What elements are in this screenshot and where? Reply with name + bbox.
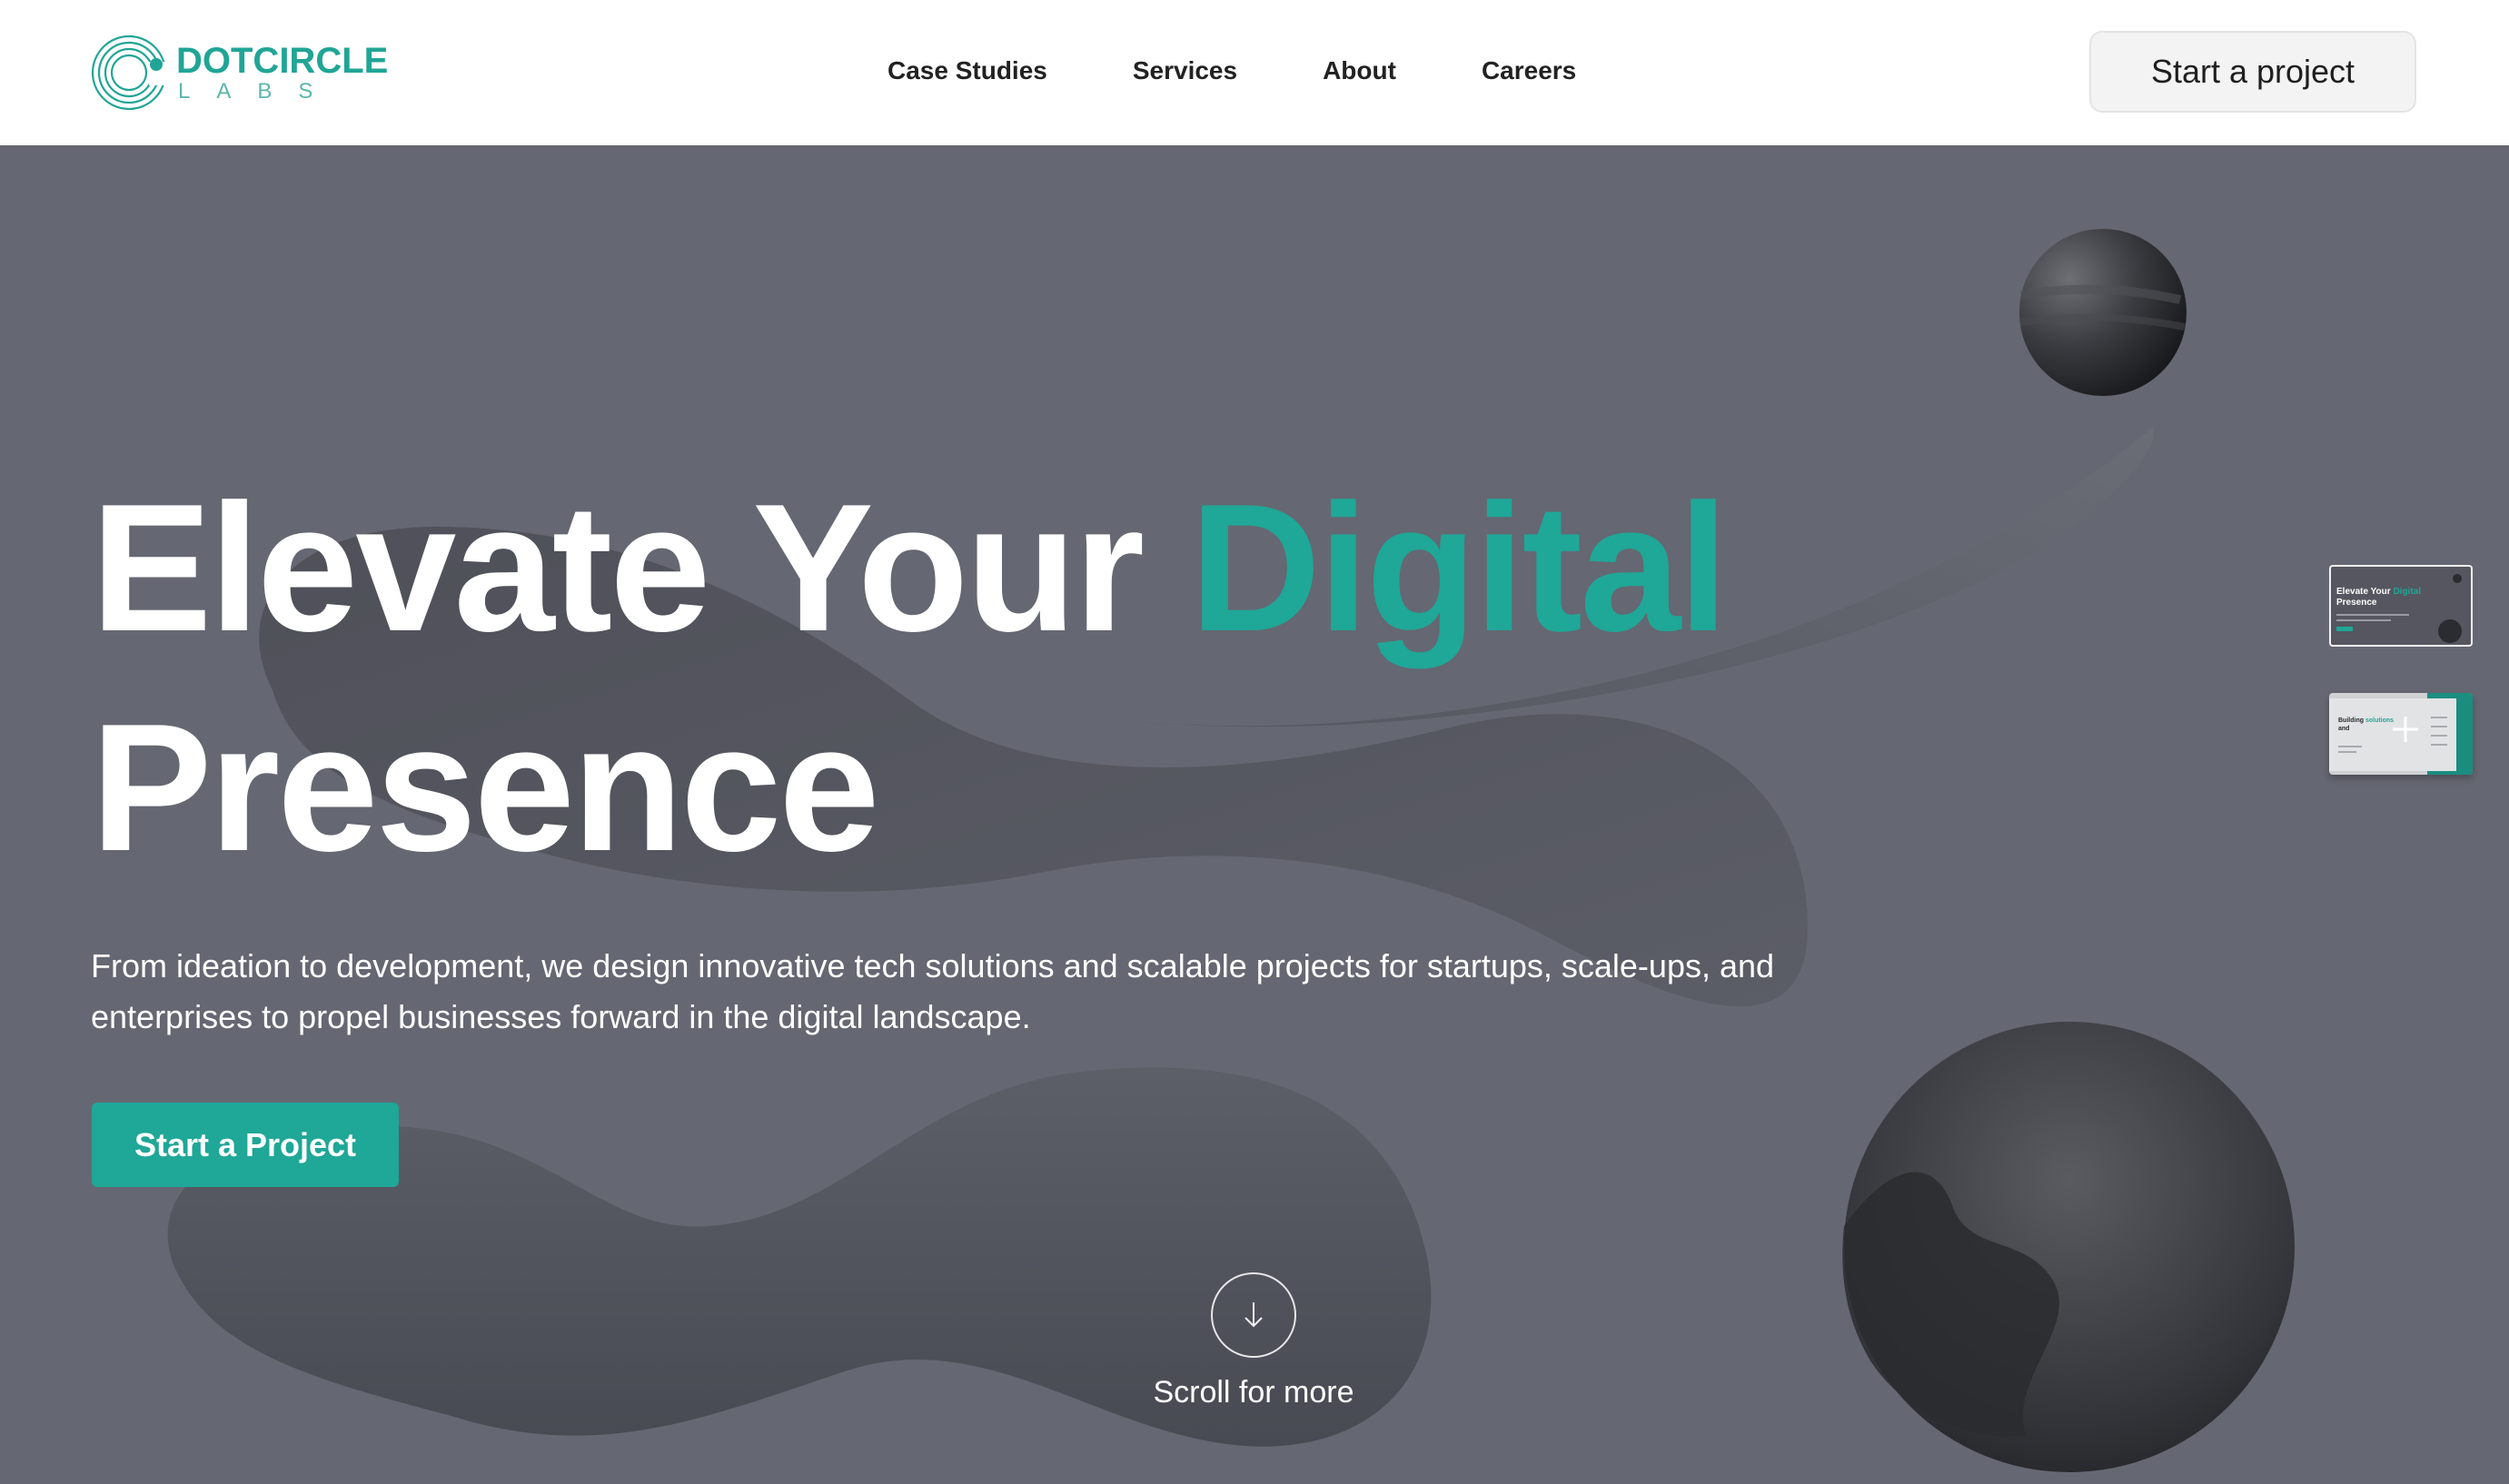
thumb2-text-line — [2431, 717, 2447, 718]
thumb2-text-line — [2431, 726, 2447, 727]
thumb2-title-part1: Building — [2338, 717, 2364, 724]
brand-subname: LABS — [178, 79, 340, 104]
thumb2-text-line — [2338, 751, 2356, 753]
thumb1-text-line — [2336, 619, 2391, 621]
slide-thumbnail-1[interactable]: Elevate Your Digital Presence — [2329, 565, 2473, 647]
arrow-down-icon — [1245, 1302, 1263, 1328]
nav-item-about[interactable]: About — [1323, 51, 1396, 91]
site-header: DOTCIRCLE LABS Case Studies Services Abo… — [0, 0, 2509, 145]
hero-title-part1: Elevate Your — [91, 467, 1190, 669]
thumb1-text-line — [2336, 614, 2409, 616]
thumb1-title-part2: Presence — [2336, 598, 2377, 608]
hero-description: From ideation to development, we design … — [91, 947, 1775, 1035]
scroll-down-button[interactable] — [1211, 1272, 1296, 1358]
hero-title-part2: Presence — [91, 687, 880, 889]
nav-item-case-studies[interactable]: Case Studies — [888, 51, 1047, 91]
slide-thumbnail-2[interactable]: Building solutions and — [2329, 693, 2473, 775]
hero-title: Elevate Your Digital Presence — [91, 459, 1729, 898]
hero-section: Elevate Your Digital Presence From ideat… — [0, 145, 2509, 1484]
thumb2-text-line — [2431, 744, 2447, 746]
thumb1-title-part1: Elevate Your — [2336, 587, 2391, 597]
thumb-sphere-large — [2438, 619, 2462, 643]
dotcircle-logo-icon — [91, 35, 167, 111]
start-project-hero-button[interactable]: Start a Project — [92, 1103, 399, 1187]
thumb2-text-line — [2338, 746, 2362, 747]
nav-item-careers[interactable]: Careers — [1482, 51, 1576, 91]
start-project-header-button[interactable]: Start a project — [2089, 31, 2416, 113]
scroll-label: Scroll for more — [1153, 1375, 1354, 1410]
nav-item-services[interactable]: Services — [1133, 51, 1237, 91]
brand-name: DOTCIRCLE — [176, 41, 389, 81]
brand-wordmark: DOTCIRCLE LABS — [176, 42, 388, 104]
brand-logo[interactable]: DOTCIRCLE LABS — [91, 35, 388, 111]
main-nav: Case Studies Services About Careers — [888, 51, 1576, 91]
thumb1-title: Elevate Your Digital Presence — [2336, 587, 2421, 608]
hero-title-accent: Digital — [1189, 467, 1729, 669]
thumb2-title-part2: and — [2338, 726, 2350, 732]
thumb1-title-accent: Digital — [2393, 587, 2422, 597]
thumb-sphere-small — [2453, 574, 2462, 583]
thumb1-button — [2336, 627, 2353, 631]
thumb2-text-line — [2431, 735, 2447, 737]
plus-icon — [2393, 717, 2418, 742]
